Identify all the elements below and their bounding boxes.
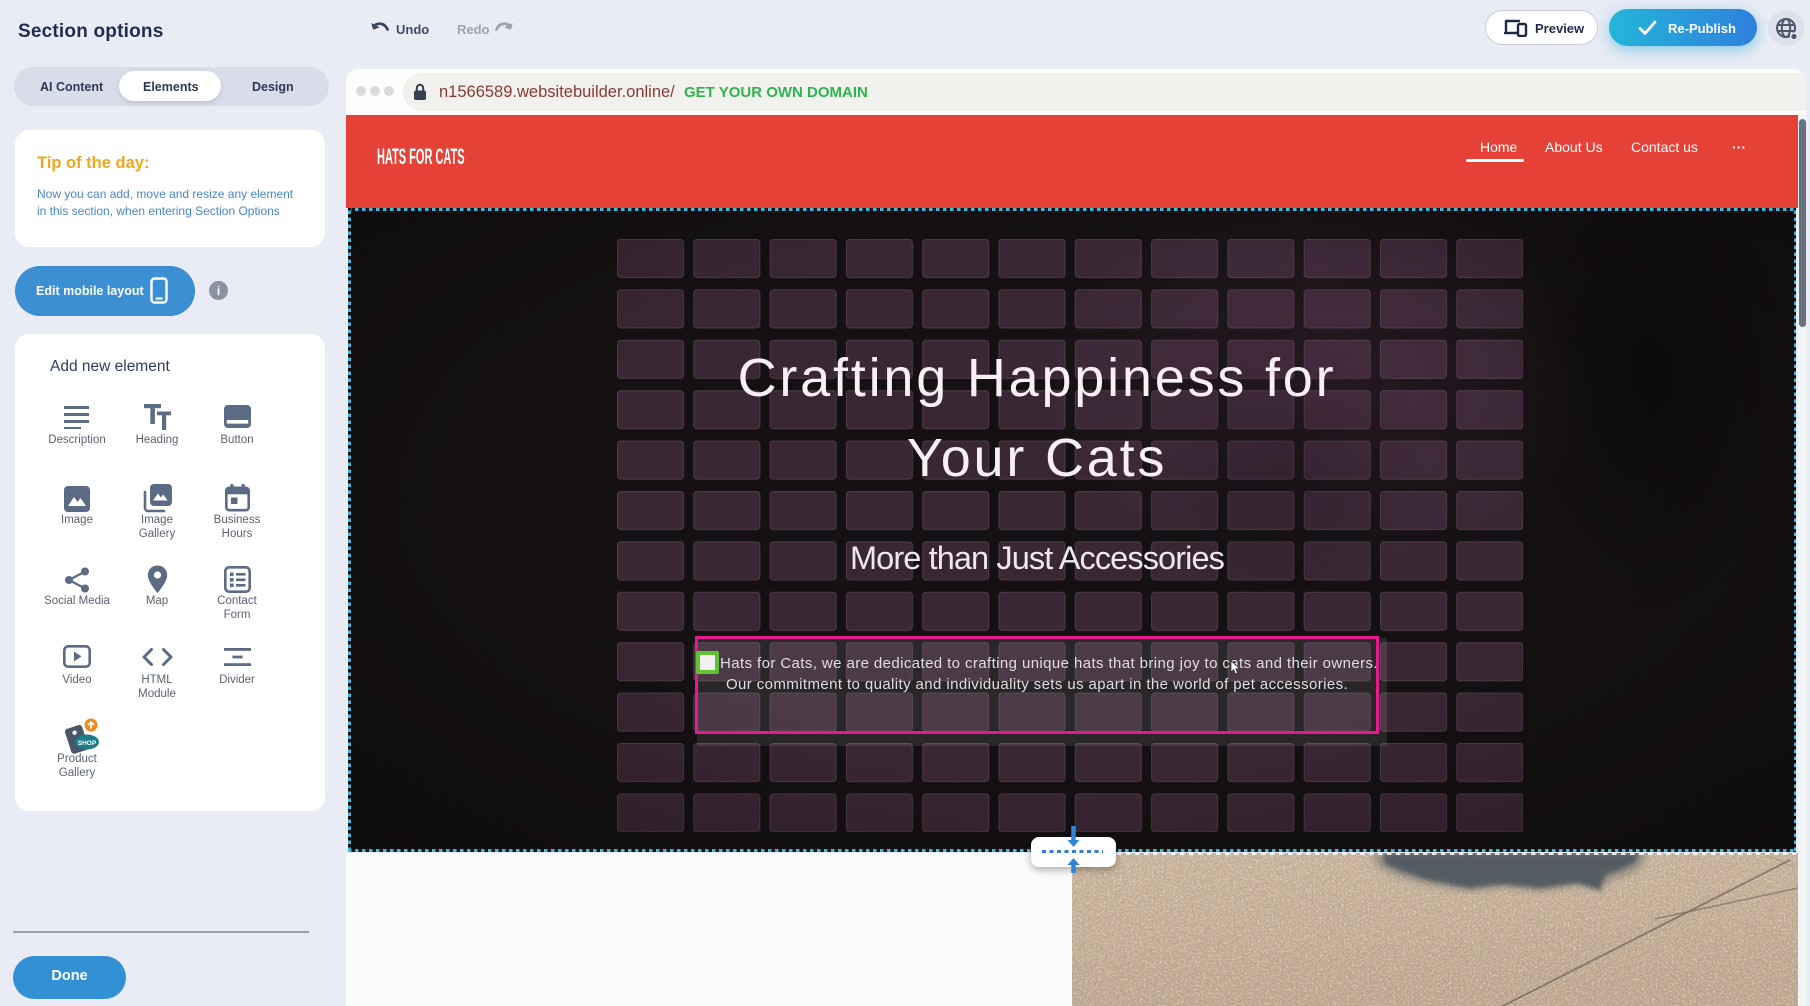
svg-text:SHOP: SHOP <box>78 740 97 747</box>
